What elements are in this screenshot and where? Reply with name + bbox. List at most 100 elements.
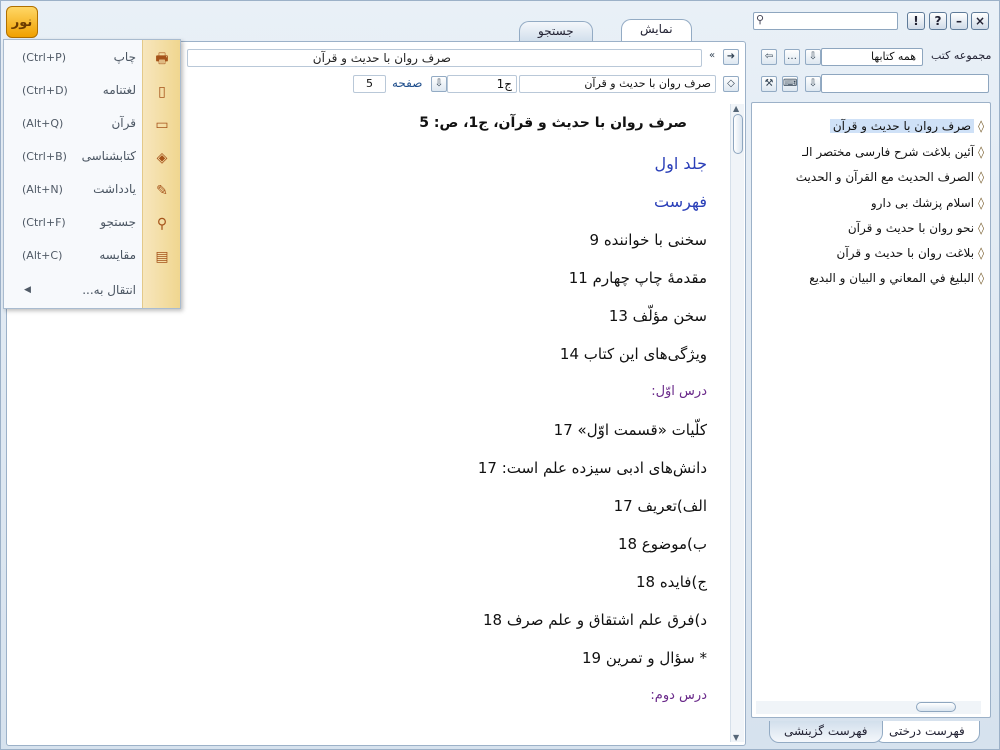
book-icon: ◊ [978, 271, 984, 285]
help-button[interactable]: ? [929, 12, 947, 30]
book-tree-item[interactable]: ◊بلاغت روان با حديث و قرآن [837, 242, 984, 264]
app-window: نور × – ? ! ⚲ نمایش جستجو ➜ « صرف روان ب… [0, 0, 1000, 750]
book-title: بلاغت روان با حديث و قرآن [836, 246, 975, 260]
eraser-icon[interactable]: ◇ [723, 76, 739, 92]
book-title: البليغ في المعاني و البيان و البديع [809, 271, 975, 285]
reader-scrollbar[interactable]: ▲ ▼ [730, 104, 744, 742]
book-tree-scrollbar[interactable] [756, 701, 981, 714]
arrow-right-icon[interactable]: ➜ [723, 49, 739, 65]
menu-item-print[interactable]: (Ctrl+P) چاپ 🖶 [4, 43, 180, 76]
global-search-input[interactable]: ⚲ [753, 12, 898, 30]
printer-icon: 🖶 [155, 51, 169, 67]
menu-shortcut: (Alt+N) [22, 183, 63, 196]
book-icon: ◊ [978, 221, 984, 235]
book-icon: ◊ [978, 246, 984, 260]
search-icon: ⚲ [156, 216, 168, 232]
content-line[interactable]: كلّيات «قسمت اوّل» 17 [7, 411, 707, 449]
menu-shortcut: (Ctrl+F) [22, 216, 66, 229]
book-title: آئين بلاغت شرح فارسى مختصر الـ [802, 145, 975, 159]
dictionary-icon: ▯ [158, 84, 166, 100]
tab-tree-index[interactable]: فهرست درختی [874, 721, 980, 743]
go-down-icon[interactable]: ⇩ [431, 76, 447, 92]
tab-selective-index[interactable]: فهرست گزينشی [769, 721, 883, 743]
menu-label: جستجو [100, 215, 136, 229]
book-tree-item[interactable]: ◊آئين بلاغت شرح فارسى مختصر الـ [802, 141, 984, 163]
quran-icon: ▭ [155, 117, 169, 133]
book-title: اسلام پزشك بى دارو [870, 196, 975, 210]
menu-shortcut: (Alt+Q) [22, 117, 64, 130]
more-icon[interactable]: … [784, 49, 800, 65]
noor-logo-icon[interactable]: نور [6, 6, 38, 38]
menu-item-compare[interactable]: (Alt+C) مقايسه ▤ [4, 241, 180, 274]
content-line[interactable]: د)فرق علم اشتقاق و علم صرف 18 [7, 601, 707, 639]
content-line: درس اوّل: [651, 384, 707, 399]
wrench-icon[interactable]: ⚒ [761, 76, 777, 92]
menu-label: مقايسه [99, 248, 136, 262]
menu-shortcut: (Ctrl+D) [22, 84, 68, 97]
book-tree: ◊صرف روان با حديث و قرآن ◊آئين بلاغت شرح… [751, 102, 991, 718]
menu-item-dictionary[interactable]: (Ctrl+D) لغتنامه ▯ [4, 76, 180, 109]
double-chevron-icon[interactable]: « [704, 49, 720, 65]
content-line[interactable]: ويژگى‌هاى اين كتاب 14 [7, 335, 707, 373]
menu-item-quran[interactable]: (Alt+Q) قرآن ▭ [4, 109, 180, 142]
scroll-up-icon[interactable]: ▲ [733, 104, 739, 113]
menu-label: انتقال به... [82, 283, 136, 297]
book-icon: ◊ [978, 170, 984, 184]
menu-label: لغتنامه [102, 83, 136, 97]
content-line[interactable]: الف)تعريف 17 [7, 487, 707, 525]
book-tree-item[interactable]: ◊الصرف الحديث مع القرآن و الحديث [796, 166, 984, 188]
volume-field[interactable]: ج1 [447, 75, 517, 93]
dropdown-arrow-icon[interactable]: ⇩ [805, 76, 821, 92]
book-title: صرف روان با حديث و قرآن [829, 119, 975, 133]
search-icon: ⚲ [756, 13, 765, 26]
minimize-button[interactable]: – [950, 12, 968, 30]
book-tree-item[interactable]: ◊صرف روان با حديث و قرآن [829, 115, 984, 137]
book-tree-item[interactable]: ◊نحو روان با حديث و قرآن [848, 217, 984, 239]
dropdown-arrow-icon[interactable]: ⇩ [805, 49, 821, 65]
book-name-field[interactable]: صرف روان با حديث و قرآن [519, 75, 716, 93]
info-button[interactable]: ! [907, 12, 925, 30]
book-title: الصرف الحديث مع القرآن و الحديث [795, 170, 975, 184]
menu-shortcut: (Ctrl+P) [22, 51, 67, 64]
menu-label: يادداشت [93, 182, 136, 196]
book-tree-item[interactable]: ◊البليغ في المعاني و البيان و البديع [809, 267, 984, 289]
book-path-field: صرف روان با حديث و قرآن [187, 49, 702, 67]
compare-icon: ▤ [155, 249, 169, 265]
content-line[interactable]: دانش‌هاى ادبى سيزده علم است: 17 [7, 449, 707, 487]
tab-search[interactable]: جستجو [519, 21, 593, 41]
menu-shortcut: (Ctrl+B) [22, 150, 67, 163]
content-line[interactable]: * سؤال و تمرين 19 [7, 639, 707, 677]
menu-item-note[interactable]: (Alt+N) يادداشت ✎ [4, 175, 180, 208]
menu-label: كتابشناسی [81, 149, 136, 163]
menu-item-bibliography[interactable]: (Ctrl+B) كتابشناسی ◈ [4, 142, 180, 175]
menu-item-search[interactable]: (Ctrl+F) جستجو ⚲ [4, 208, 180, 241]
menu-item-transfer[interactable]: ◀ انتقال به... [4, 276, 180, 309]
page-number-input[interactable]: 5 [353, 75, 386, 93]
collection-label: مجموعه كتب [931, 49, 992, 62]
keyboard-icon[interactable]: ⌨ [782, 76, 798, 92]
page-label: صفحه [392, 76, 423, 90]
caret-left-icon: ◀ [24, 285, 31, 295]
menu-label: قرآن [111, 116, 136, 130]
scroll-down-icon[interactable]: ▼ [733, 733, 739, 742]
scrollbar-thumb[interactable] [916, 702, 956, 712]
collection-select[interactable]: همه كتابها [821, 48, 923, 66]
book-icon: ◊ [978, 145, 984, 159]
book-tree-item[interactable]: ◊اسلام پزشك بى دارو [871, 192, 984, 214]
menu-shortcut: (Alt+C) [22, 249, 63, 262]
content-line: درس دوم: [650, 688, 707, 703]
tab-display[interactable]: نمایش [621, 19, 692, 41]
content-line[interactable]: ب)موضوع 18 [7, 525, 707, 563]
menu-label: چاپ [113, 50, 136, 64]
book-search-input[interactable] [821, 74, 989, 93]
close-button[interactable]: × [971, 12, 989, 30]
main-menu: (Ctrl+P) چاپ 🖶 (Ctrl+D) لغتنامه ▯ (Alt+Q… [3, 39, 181, 309]
note-icon: ✎ [156, 183, 168, 199]
back-arrow-icon[interactable]: ⇦ [761, 49, 777, 65]
book-title: نحو روان با حديث و قرآن [847, 221, 975, 235]
content-line[interactable]: ج)فايده 18 [7, 563, 707, 601]
scrollbar-thumb[interactable] [733, 114, 743, 154]
bibliography-icon: ◈ [156, 150, 168, 166]
book-icon: ◊ [978, 119, 984, 133]
book-icon: ◊ [978, 196, 984, 210]
